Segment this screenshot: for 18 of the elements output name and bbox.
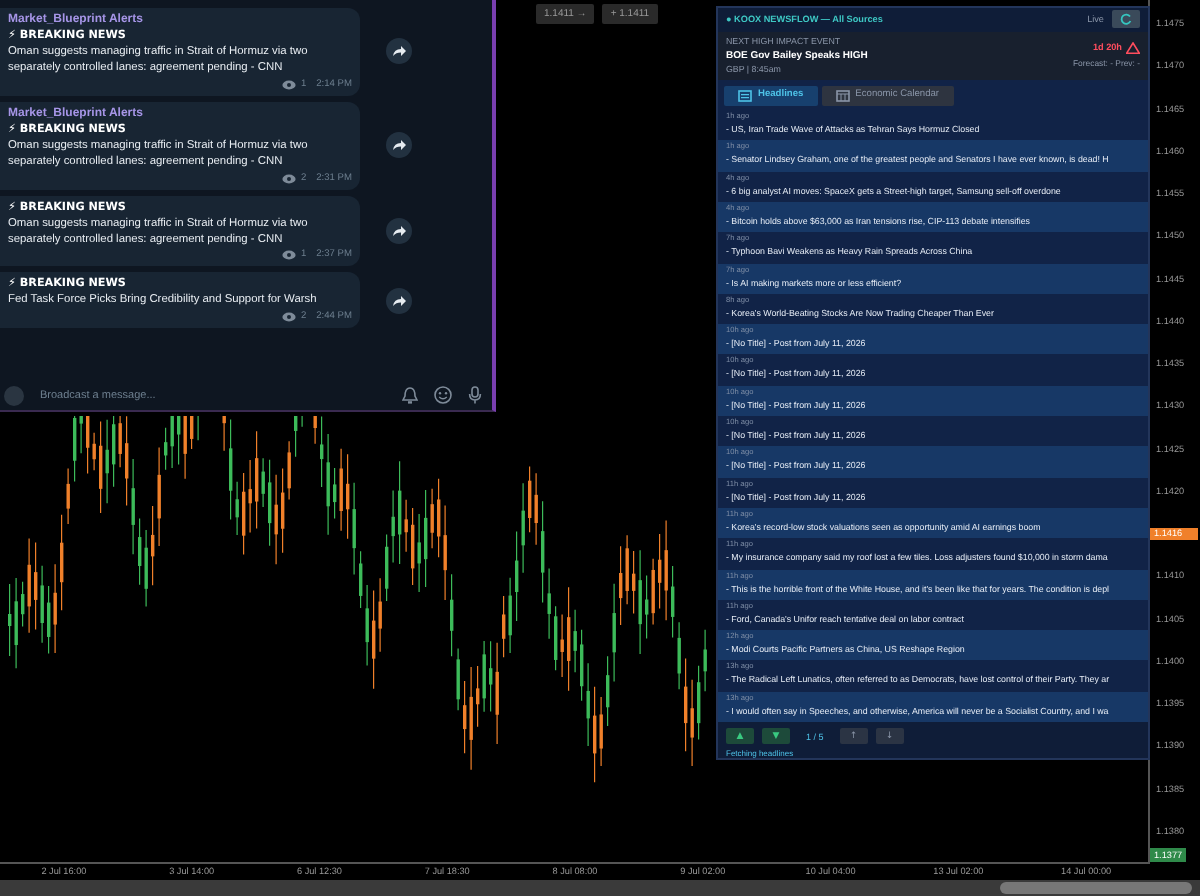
eye-icon bbox=[282, 173, 297, 184]
forward-icon[interactable] bbox=[386, 38, 412, 65]
eye-icon bbox=[282, 250, 297, 261]
forward-icon[interactable] bbox=[386, 132, 412, 159]
list-icon bbox=[738, 89, 752, 102]
emoji-icon[interactable] bbox=[434, 386, 452, 404]
bell-icon[interactable] bbox=[402, 386, 418, 404]
eye-icon bbox=[282, 79, 297, 90]
forward-icon[interactable] bbox=[386, 287, 412, 314]
warning-icon bbox=[1126, 41, 1140, 54]
avatar-icon bbox=[4, 385, 24, 405]
refresh-icon[interactable] bbox=[1112, 10, 1140, 29]
microphone-icon[interactable] bbox=[468, 386, 482, 404]
eye-icon bbox=[282, 311, 297, 322]
calendar-icon bbox=[835, 89, 850, 102]
forward-icon[interactable] bbox=[386, 218, 412, 245]
scrollbar[interactable] bbox=[0, 880, 1200, 896]
scrollbar-thumb[interactable] bbox=[1000, 882, 1192, 894]
